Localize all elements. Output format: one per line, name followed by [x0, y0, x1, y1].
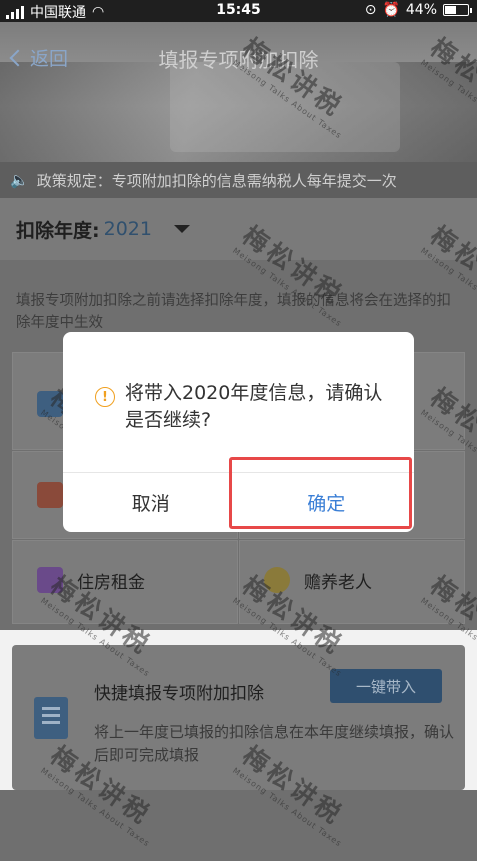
medical-kit-icon	[37, 482, 63, 508]
speaker-icon: 🔈	[10, 171, 29, 189]
year-selector[interactable]: 扣除年度: 2021	[0, 198, 477, 260]
year-value: 2021	[103, 218, 152, 240]
notice-text: 政策规定：专项附加扣除的信息需纳税人每年提交一次	[36, 171, 397, 190]
caret-down-icon[interactable]	[173, 225, 190, 233]
policy-notice: 🔈 政策规定：专项附加扣除的信息需纳税人每年提交一次	[0, 162, 477, 198]
document-edit-icon	[34, 697, 68, 739]
page-title: 填报专项附加扣除	[158, 48, 319, 72]
status-bar: 中国联通 ◠ 15:45 ⊙ ⏰ 44%	[0, 0, 477, 22]
rotation-lock-icon: ⊙	[364, 2, 377, 18]
battery-percent: 44%	[405, 2, 437, 18]
highlight-box	[229, 457, 412, 529]
grid-label-elderly: 赡养老人	[304, 572, 372, 593]
quick-fill-title: 快捷填报专项附加扣除	[94, 684, 264, 704]
bottom-area	[0, 790, 477, 861]
house-icon	[37, 567, 63, 593]
grid-card-elderly[interactable]: 赡养老人	[239, 540, 465, 624]
battery-icon	[443, 4, 472, 16]
books-icon	[37, 391, 63, 417]
warning-icon: !	[95, 387, 115, 407]
grid-card-rent[interactable]: 住房租金	[12, 540, 238, 624]
header-banner: 返回 填报专项附加扣除	[0, 22, 477, 162]
year-label: 扣除年度:	[16, 219, 100, 242]
one-click-import-button[interactable]: 一键带入	[330, 669, 442, 703]
quick-fill-desc: 将上一年度已填报的扣除信息在本年度继续填报，确认后即可完成填报	[94, 723, 455, 764]
grid-label-rent: 住房租金	[77, 572, 145, 593]
cancel-button[interactable]: 取消	[63, 473, 239, 532]
quick-fill-card: 快捷填报专项附加扣除 一键带入 将上一年度已填报的扣除信息在本年度继续填报，确认…	[12, 645, 465, 790]
dialog-message: 将带入2020年度信息，请确认是否继续?	[125, 382, 383, 431]
year-description: 填报专项附加扣除之前请选择扣除年度，填报的信息将会在选择的扣除年度中生效	[0, 260, 477, 340]
elderly-icon	[264, 567, 290, 593]
alarm-icon: ⏰	[382, 2, 400, 18]
